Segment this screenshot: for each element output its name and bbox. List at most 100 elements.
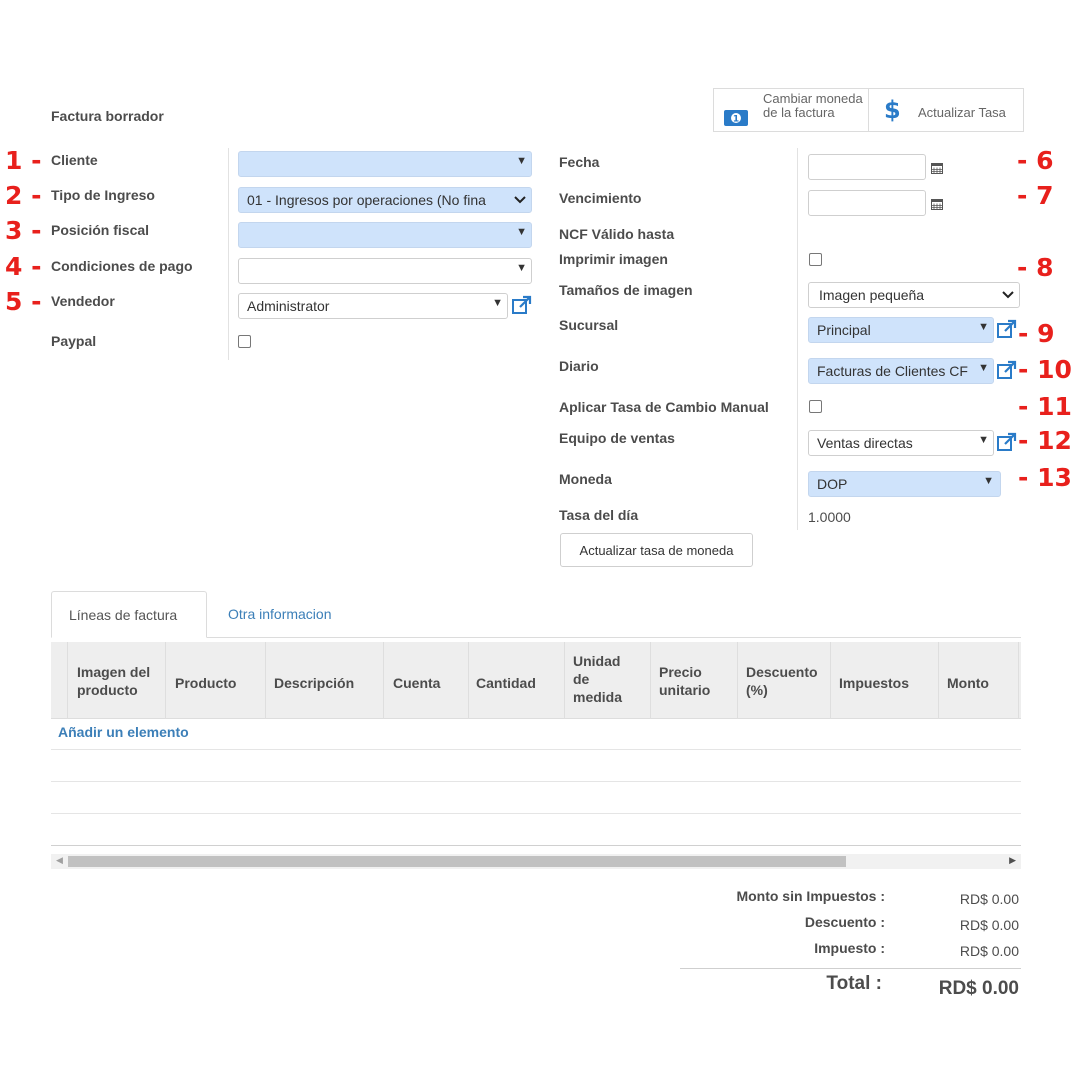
equipo-ventas-select[interactable]: Ventas directas ▼ (808, 430, 994, 456)
subtotal-label: Monto sin Impuestos : (736, 888, 885, 904)
column-header-imagen[interactable]: Imagen del producto (77, 663, 163, 699)
paypal-checkbox[interactable] (238, 335, 251, 348)
external-link-icon[interactable] (996, 319, 1018, 341)
change-currency-label: Cambiar moneda de la factura (763, 91, 863, 120)
calendar-icon[interactable] (931, 198, 943, 210)
tipo-ingreso-value: 01 - Ingresos por operaciones (No fina (247, 192, 486, 208)
dropdown-caret-icon: ▼ (978, 321, 989, 333)
scroll-right-icon[interactable]: ▶ (1009, 855, 1016, 866)
annotation-10: - 10 (1018, 355, 1072, 384)
sucursal-value: Principal (817, 322, 871, 338)
dropdown-caret-icon: ▼ (492, 297, 503, 309)
dropdown-caret-icon: ▼ (516, 155, 527, 167)
vendedor-label: Vendedor (51, 293, 115, 309)
annotation-11: - 11 (1018, 392, 1072, 421)
dropdown-caret-icon: ▼ (516, 262, 527, 274)
tax-label: Impuesto : (814, 940, 885, 956)
dollar-icon: $ (884, 96, 901, 124)
annotation-4: 4 - (5, 252, 42, 281)
annotation-2: 2 - (5, 181, 42, 210)
vencimiento-label: Vencimiento (559, 190, 642, 206)
tamanos-imagen-label: Tamaños de imagen (559, 282, 693, 298)
dropdown-caret-icon: ▼ (983, 475, 994, 487)
annotation-1: 1 - (5, 146, 42, 175)
svg-text:1: 1 (733, 115, 739, 125)
update-rate-label: Actualizar Tasa (918, 105, 1006, 120)
dropdown-caret-icon: ▼ (978, 434, 989, 446)
annotation-8: - 8 (1017, 253, 1054, 282)
total-label: Total : (826, 973, 882, 994)
cliente-label: Cliente (51, 152, 98, 168)
column-header-cantidad[interactable]: Cantidad (476, 674, 536, 692)
add-item-link[interactable]: Añadir un elemento (58, 724, 189, 740)
total-value: RD$ 0.00 (938, 978, 1019, 999)
diario-value: Facturas de Clientes CF (817, 363, 968, 379)
scrollbar-thumb[interactable] (68, 856, 846, 867)
subtotal-value: RD$ 0.00 (959, 891, 1019, 907)
imprimir-imagen-checkbox[interactable] (809, 253, 822, 266)
vendedor-select[interactable]: Administrator ▼ (238, 293, 508, 319)
sucursal-label: Sucursal (559, 317, 619, 333)
external-link-icon[interactable] (511, 295, 533, 317)
diario-select[interactable]: Facturas de Clientes CF ▼ (808, 358, 994, 384)
annotation-13: - 13 (1018, 463, 1072, 492)
annotation-12: - 12 (1018, 426, 1072, 455)
discount-label: Descuento : (804, 914, 885, 930)
money-icon: 1 (724, 110, 748, 126)
tamanos-imagen-select[interactable]: Imagen pequeña (808, 282, 1020, 308)
external-link-icon[interactable] (996, 360, 1018, 382)
tamanos-imagen-value: Imagen pequeña (819, 287, 925, 303)
discount-value: RD$ 0.00 (959, 917, 1019, 933)
tasa-dia-value: 1.0000 (808, 509, 851, 525)
column-header-descuento[interactable]: Descuento (%) (746, 663, 828, 699)
column-header-producto[interactable]: Producto (175, 674, 236, 692)
posicion-fiscal-select[interactable]: ▼ (238, 222, 532, 248)
annotation-7: - 7 (1017, 181, 1054, 210)
condiciones-pago-label: Condiciones de pago (51, 258, 193, 274)
horizontal-scrollbar[interactable]: ◀ ▶ (51, 854, 1021, 869)
column-header-unidad[interactable]: Unidad de medida (573, 652, 633, 706)
page-title: Factura borrador (51, 108, 164, 124)
imprimir-imagen-label: Imprimir imagen (559, 251, 668, 267)
condiciones-pago-select[interactable]: ▼ (238, 258, 532, 284)
column-header-monto[interactable]: Monto (947, 674, 989, 692)
column-header-cuenta[interactable]: Cuenta (393, 674, 440, 692)
cliente-select[interactable]: ▼ (238, 151, 532, 177)
moneda-label: Moneda (559, 471, 612, 487)
fecha-input[interactable] (808, 154, 926, 180)
moneda-value: DOP (817, 476, 848, 492)
tasa-dia-label: Tasa del día (559, 507, 639, 523)
diario-label: Diario (559, 358, 599, 374)
equipo-ventas-value: Ventas directas (817, 435, 913, 451)
tab-lineas-factura[interactable]: Líneas de factura (51, 591, 207, 638)
tipo-ingreso-label: Tipo de Ingreso (51, 187, 155, 203)
update-currency-rate-button[interactable]: Actualizar tasa de moneda (560, 533, 753, 567)
vendedor-value: Administrator (247, 298, 330, 314)
moneda-select[interactable]: DOP ▼ (808, 471, 1001, 497)
ncf-valido-label: NCF Válido hasta (559, 226, 675, 242)
tipo-ingreso-select[interactable]: 01 - Ingresos por operaciones (No fina (238, 187, 532, 213)
column-header-impuestos[interactable]: Impuestos (839, 674, 909, 692)
posicion-fiscal-label: Posición fiscal (51, 222, 150, 238)
tab-otra-informacion[interactable]: Otra informacion (228, 606, 331, 622)
annotation-5: 5 - (5, 287, 42, 316)
annotation-3: 3 - (5, 216, 42, 245)
tasa-manual-checkbox[interactable] (809, 400, 822, 413)
chevron-down-icon (1002, 291, 1014, 299)
sucursal-select[interactable]: Principal ▼ (808, 317, 994, 343)
scroll-left-icon[interactable]: ◀ (56, 855, 63, 866)
annotation-6: - 6 (1017, 146, 1054, 175)
change-currency-button[interactable]: 1 Cambiar moneda de la factura (713, 88, 869, 132)
external-link-icon[interactable] (996, 432, 1018, 454)
update-rate-button[interactable]: $ Actualizar Tasa (868, 88, 1024, 132)
chevron-down-icon (514, 196, 526, 204)
vencimiento-input[interactable] (808, 190, 926, 216)
calendar-icon[interactable] (931, 162, 943, 174)
paypal-label: Paypal (51, 333, 97, 349)
column-header-descripcion[interactable]: Descripción (274, 674, 354, 692)
fecha-label: Fecha (559, 154, 600, 170)
tax-value: RD$ 0.00 (959, 943, 1019, 959)
column-header-precio[interactable]: Precio unitario (659, 663, 723, 699)
annotation-9: - 9 (1018, 319, 1055, 348)
dropdown-caret-icon: ▼ (976, 362, 989, 374)
